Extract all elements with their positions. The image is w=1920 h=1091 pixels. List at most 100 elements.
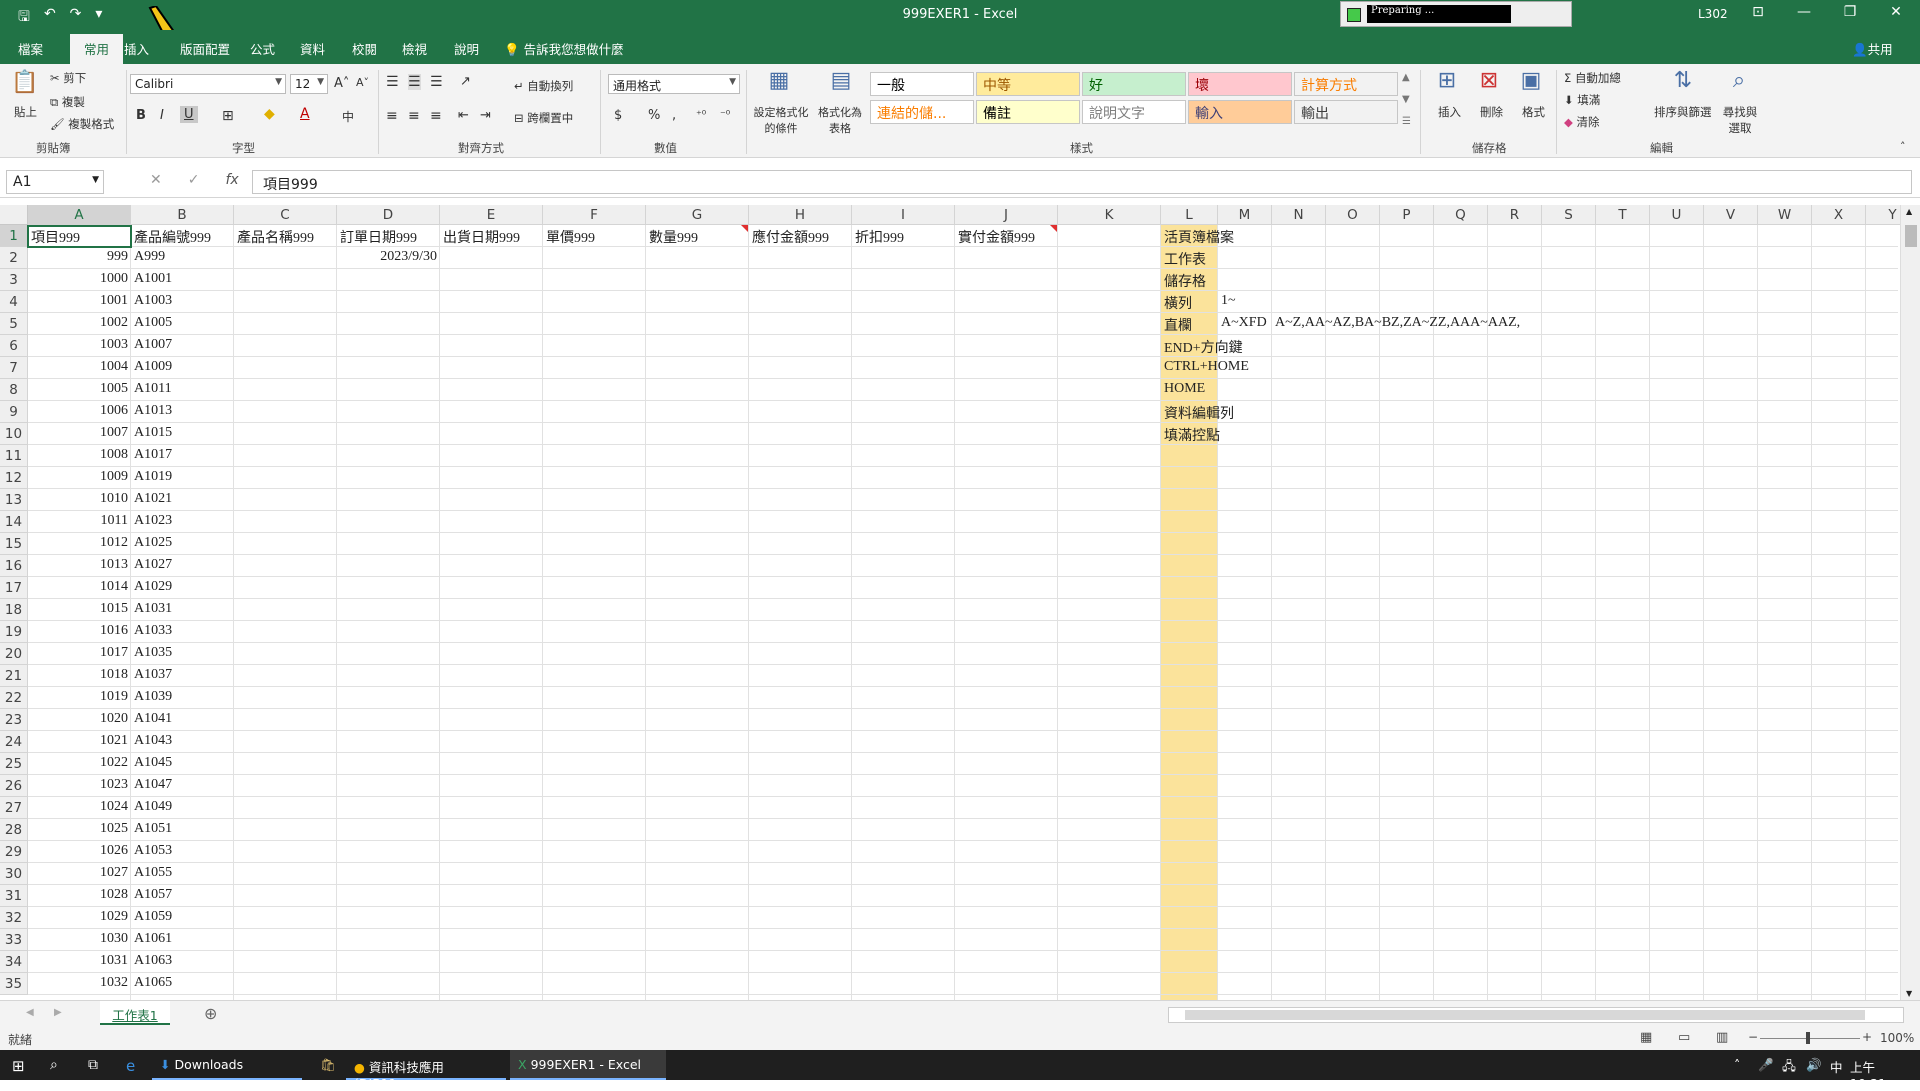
scroll-up-icon[interactable]: ▲: [1906, 207, 1912, 216]
cell-a29[interactable]: 1026: [28, 841, 131, 863]
cell-a6[interactable]: 1003: [28, 335, 131, 357]
note-cell-l9[interactable]: 資料編輯列: [1161, 401, 1234, 423]
paste-icon[interactable]: 📋: [10, 70, 40, 98]
font-size-combo[interactable]: 12 ▼: [290, 74, 328, 94]
cell-style-3[interactable]: 壞: [1188, 72, 1292, 96]
autosum-button[interactable]: Σ 自動加總: [1564, 70, 1621, 86]
vertical-scroll-thumb[interactable]: [1905, 225, 1917, 247]
cell-b27[interactable]: A1049: [131, 797, 234, 819]
column-header-v[interactable]: V: [1704, 205, 1758, 225]
row-header-9[interactable]: 9: [0, 401, 28, 423]
row-header-10[interactable]: 10: [0, 423, 28, 445]
cell-a32[interactable]: 1029: [28, 907, 131, 929]
cell-style-9[interactable]: 輸出: [1294, 100, 1398, 124]
note-cell-l5[interactable]: 直欄: [1161, 313, 1218, 335]
cell-style-6[interactable]: 備註: [976, 100, 1080, 124]
cell-a14[interactable]: 1011: [28, 511, 131, 533]
row-header-4[interactable]: 4: [0, 291, 28, 313]
row-header-35[interactable]: 35: [0, 973, 28, 995]
cell-n5[interactable]: A~Z,AA~AZ,BA~BZ,ZA~ZZ,AAA~AAZ,: [1272, 313, 1520, 335]
row-header-11[interactable]: 11: [0, 445, 28, 467]
cell-b26[interactable]: A1047: [131, 775, 234, 797]
note-cell-l7[interactable]: CTRL+HOME: [1161, 357, 1249, 379]
column-header-o[interactable]: O: [1326, 205, 1380, 225]
row-header-18[interactable]: 18: [0, 599, 28, 621]
underline-button[interactable]: U: [180, 106, 198, 123]
cell-b13[interactable]: A1021: [131, 489, 234, 511]
collapse-ribbon-icon[interactable]: ˄: [1900, 140, 1906, 153]
border-icon[interactable]: ⊞: [222, 108, 234, 124]
align-left-icon[interactable]: ≡: [386, 108, 398, 124]
column-header-q[interactable]: Q: [1434, 205, 1488, 225]
row-header-6[interactable]: 6: [0, 335, 28, 357]
name-box[interactable]: A1 ▼: [6, 170, 104, 194]
row-header-8[interactable]: 8: [0, 379, 28, 401]
cell-style-8[interactable]: 輸入: [1188, 100, 1292, 124]
cell-b12[interactable]: A1019: [131, 467, 234, 489]
note-cell-l6[interactable]: END+方向鍵: [1161, 335, 1243, 357]
cell-b33[interactable]: A1061: [131, 929, 234, 951]
row-header-21[interactable]: 21: [0, 665, 28, 687]
cell-a12[interactable]: 1009: [28, 467, 131, 489]
active-cell-selection[interactable]: [27, 225, 132, 248]
enter-icon[interactable]: ✓: [188, 172, 200, 188]
cell-style-1[interactable]: 中等: [976, 72, 1080, 96]
header-cell-c[interactable]: 產品名稱999: [234, 225, 337, 247]
cut-button[interactable]: ✂ 剪下: [50, 70, 86, 86]
row-header-34[interactable]: 34: [0, 951, 28, 973]
zoom-out-icon[interactable]: −: [1748, 1030, 1758, 1044]
cell-b20[interactable]: A1035: [131, 643, 234, 665]
font-name-combo[interactable]: Calibri ▼: [130, 74, 286, 94]
cell-b17[interactable]: A1029: [131, 577, 234, 599]
function-icon[interactable]: fx: [225, 172, 238, 188]
store-icon[interactable]: 🛍: [312, 1050, 344, 1080]
tab-insert[interactable]: 插入: [124, 39, 149, 58]
comment-indicator[interactable]: [1050, 225, 1057, 232]
italic-button[interactable]: I: [160, 108, 164, 123]
column-header-n[interactable]: N: [1272, 205, 1326, 225]
taskbar-excel[interactable]: X 999EXER1 - Excel: [510, 1050, 666, 1080]
copy-button[interactable]: ⧉ 複製: [50, 94, 85, 110]
windows-start-icon[interactable]: ⊞: [4, 1050, 33, 1080]
header-cell-j[interactable]: 實付金額999: [955, 225, 1058, 247]
cell-a24[interactable]: 1021: [28, 731, 131, 753]
row-header-29[interactable]: 29: [0, 841, 28, 863]
user-label[interactable]: L302: [1698, 7, 1728, 21]
task-view-icon[interactable]: ⧉: [80, 1050, 106, 1080]
cell-b30[interactable]: A1055: [131, 863, 234, 885]
row-header-19[interactable]: 19: [0, 621, 28, 643]
cell-a26[interactable]: 1023: [28, 775, 131, 797]
cell-a34[interactable]: 1031: [28, 951, 131, 973]
comma-button[interactable]: ,: [672, 108, 676, 123]
cell-b35[interactable]: A1065: [131, 973, 234, 995]
row-header-27[interactable]: 27: [0, 797, 28, 819]
zoom-slider-thumb[interactable]: [1806, 1032, 1810, 1044]
zoom-in-icon[interactable]: +: [1862, 1030, 1872, 1044]
cell-b28[interactable]: A1051: [131, 819, 234, 841]
sheet-tab[interactable]: 工作表1: [100, 1001, 170, 1025]
row-header-1[interactable]: 1: [0, 225, 28, 247]
format-table-icon[interactable]: ▤: [826, 68, 856, 96]
tab-help[interactable]: 說明: [454, 39, 479, 58]
restore-button[interactable]: ❐: [1830, 4, 1870, 20]
worksheet-grid[interactable]: A B C D E F G H I J K L M N O P Q R S T U V W X Y 1 2 3 4 5 6 7 8 9 10 11 12…: [0, 205, 1920, 1000]
close-button[interactable]: ✕: [1876, 4, 1916, 20]
align-right-icon[interactable]: ≡: [430, 108, 442, 124]
cell-a23[interactable]: 1020: [28, 709, 131, 731]
decrease-indent-icon[interactable]: ⇤: [458, 108, 469, 123]
row-header-12[interactable]: 12: [0, 467, 28, 489]
row-header-17[interactable]: 17: [0, 577, 28, 599]
sort-filter-icon[interactable]: ⇅: [1668, 68, 1698, 96]
cell-b7[interactable]: A1009: [131, 357, 234, 379]
gallery-down-icon[interactable]: ▼: [1402, 94, 1410, 105]
tab-review[interactable]: 校閱: [352, 39, 377, 58]
cell-b15[interactable]: A1025: [131, 533, 234, 555]
row-header-3[interactable]: 3: [0, 269, 28, 291]
format-painter-button[interactable]: 🖌 複製格式: [50, 116, 114, 132]
header-cell-h[interactable]: 應付金額999: [749, 225, 852, 247]
row-header-28[interactable]: 28: [0, 819, 28, 841]
cell-a33[interactable]: 1030: [28, 929, 131, 951]
column-header-m[interactable]: M: [1218, 205, 1272, 225]
row-header-22[interactable]: 22: [0, 687, 28, 709]
orientation-icon[interactable]: ↗: [460, 74, 471, 89]
